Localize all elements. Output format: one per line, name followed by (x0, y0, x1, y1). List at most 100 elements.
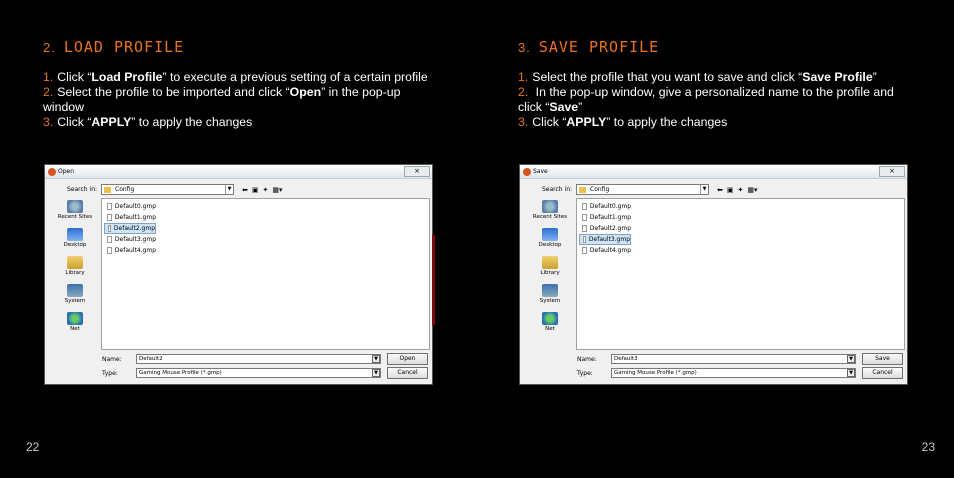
system-icon (542, 284, 558, 297)
dialog-edge-decoration (432, 235, 435, 325)
save-dialog: Save × Search in: Config ▼ ⬅ ▣ ✦ ▦▾ Rece… (519, 164, 908, 385)
step-item: 2. Select the profile to be imported and … (43, 85, 401, 114)
dialog-toolbar: ⬅ ▣ ✦ ▦▾ (717, 186, 758, 194)
name-row: Name: Default3 ▼ Save (577, 353, 903, 365)
type-select[interactable]: Gaming Mouse Profile (*.gmp) ▼ (611, 368, 856, 378)
cancel-button[interactable]: Cancel (862, 367, 903, 379)
file-icon (107, 247, 112, 254)
type-select[interactable]: Gaming Mouse Profile (*.gmp) ▼ (136, 368, 381, 378)
app-icon (523, 167, 531, 176)
name-label: Name: (102, 355, 122, 363)
place-recent-sites[interactable]: Recent Sites (530, 200, 570, 220)
dialog-titlebar: Save × (520, 165, 907, 179)
back-arrow-icon[interactable]: ⬅ (717, 186, 723, 194)
places-bar: Recent Sites Desktop Library System Net (55, 200, 95, 340)
list-item[interactable]: Default0.gmp (579, 201, 631, 212)
section-heading: SAVE PROFILE (538, 38, 660, 56)
view-menu-icon[interactable]: ▦▾ (747, 186, 757, 194)
file-icon (108, 225, 111, 232)
dialog-titlebar: Open × (45, 165, 432, 179)
page-number: 22 (26, 440, 40, 454)
cancel-button[interactable]: Cancel (387, 367, 428, 379)
list-item[interactable]: Default4.gmp (579, 245, 631, 256)
file-icon (582, 247, 587, 254)
place-desktop[interactable]: Desktop (530, 228, 570, 248)
system-icon (67, 284, 83, 297)
app-icon (48, 167, 56, 176)
look-in-label: Search in: (542, 186, 573, 193)
chevron-down-icon[interactable]: ▼ (700, 185, 708, 194)
open-button[interactable]: Open (387, 353, 428, 365)
step-item: 2. In the pop-up window, give a personal… (518, 85, 894, 114)
list-item-selected[interactable]: Default2.gmp (104, 223, 156, 234)
place-system[interactable]: System (55, 284, 95, 304)
chevron-down-icon[interactable]: ▼ (372, 355, 380, 363)
back-arrow-icon[interactable]: ⬅ (242, 186, 248, 194)
place-library[interactable]: Library (55, 256, 95, 276)
chevron-down-icon[interactable]: ▼ (372, 369, 380, 377)
place-net[interactable]: Net (55, 312, 95, 332)
type-row: Type: Gaming Mouse Profile (*.gmp) ▼ Canc… (102, 367, 428, 379)
step-item: 3. Click “APPLY” to apply the changes (43, 115, 253, 129)
file-icon (107, 214, 112, 221)
library-icon (67, 256, 83, 269)
name-field[interactable]: Default2 ▼ (136, 354, 381, 364)
dialog-title: Save (533, 168, 548, 175)
section-title: 3. SAVE PROFILE (518, 38, 918, 56)
chevron-down-icon[interactable]: ▼ (225, 185, 233, 194)
look-in-dropdown[interactable]: Config ▼ (576, 184, 709, 195)
net-icon (542, 312, 558, 325)
file-icon (582, 203, 587, 210)
look-in-value: Config (115, 186, 135, 193)
section-heading: LOAD PROFILE (63, 38, 185, 56)
list-item[interactable]: Default1.gmp (579, 212, 631, 223)
step-item: 1. Click “Load Profile” to execute a prev… (43, 70, 428, 84)
file-icon (583, 236, 586, 243)
file-icon (582, 225, 587, 232)
place-library[interactable]: Library (530, 256, 570, 276)
open-dialog: Open × Search in: Config ▼ ⬅ ▣ ✦ ▦▾ Rece… (44, 164, 435, 385)
look-in-row: Search in: Config ▼ ⬅ ▣ ✦ ▦▾ (542, 184, 758, 195)
up-folder-icon[interactable]: ▣ (252, 186, 259, 194)
dialog-toolbar: ⬅ ▣ ✦ ▦▾ (242, 186, 283, 194)
close-button[interactable]: × (404, 166, 430, 177)
list-item[interactable]: Default4.gmp (104, 245, 156, 256)
place-system[interactable]: System (530, 284, 570, 304)
type-label: Type: (577, 369, 593, 377)
up-folder-icon[interactable]: ▣ (727, 186, 734, 194)
look-in-dropdown[interactable]: Config ▼ (101, 184, 234, 195)
section-number: 3. (518, 40, 531, 55)
section-title: 2. LOAD PROFILE (43, 38, 443, 56)
view-menu-icon[interactable]: ▦▾ (272, 186, 282, 194)
list-item[interactable]: Default1.gmp (104, 212, 156, 223)
recent-sites-icon (542, 200, 558, 213)
save-button[interactable]: Save (862, 353, 903, 365)
list-item[interactable]: Default2.gmp (579, 223, 631, 234)
place-desktop[interactable]: Desktop (55, 228, 95, 248)
page-number: 23 (921, 440, 935, 454)
load-profile-section: 2. LOAD PROFILE 1. Click “Load Profile” t… (43, 38, 443, 130)
name-field[interactable]: Default3 ▼ (611, 354, 856, 364)
close-button[interactable]: × (879, 166, 905, 177)
look-in-row: Search in: Config ▼ ⬅ ▣ ✦ ▦▾ (67, 184, 283, 195)
type-label: Type: (102, 369, 118, 377)
new-folder-icon[interactable]: ✦ (738, 186, 744, 194)
place-net[interactable]: Net (530, 312, 570, 332)
chevron-down-icon[interactable]: ▼ (847, 369, 855, 377)
step-item: 3. Click “APPLY” to apply the changes (518, 115, 728, 129)
section-number: 2. (43, 40, 56, 55)
place-recent-sites[interactable]: Recent Sites (55, 200, 95, 220)
new-folder-icon[interactable]: ✦ (263, 186, 269, 194)
list-item[interactable]: Default3.gmp (104, 234, 156, 245)
file-list: Default0.gmp Default1.gmp Default2.gmp D… (576, 198, 905, 350)
chevron-down-icon[interactable]: ▼ (847, 355, 855, 363)
recent-sites-icon (67, 200, 83, 213)
name-label: Name: (577, 355, 597, 363)
dialog-title: Open (58, 168, 75, 175)
file-icon (582, 214, 587, 221)
file-list: Default0.gmp Default1.gmp Default2.gmp D… (101, 198, 430, 350)
desktop-icon (542, 228, 558, 241)
list-item[interactable]: Default0.gmp (104, 201, 156, 212)
step-list: 1. Select the profile that you want to sa… (518, 70, 918, 130)
list-item-selected[interactable]: Default3.gmp (579, 234, 631, 245)
